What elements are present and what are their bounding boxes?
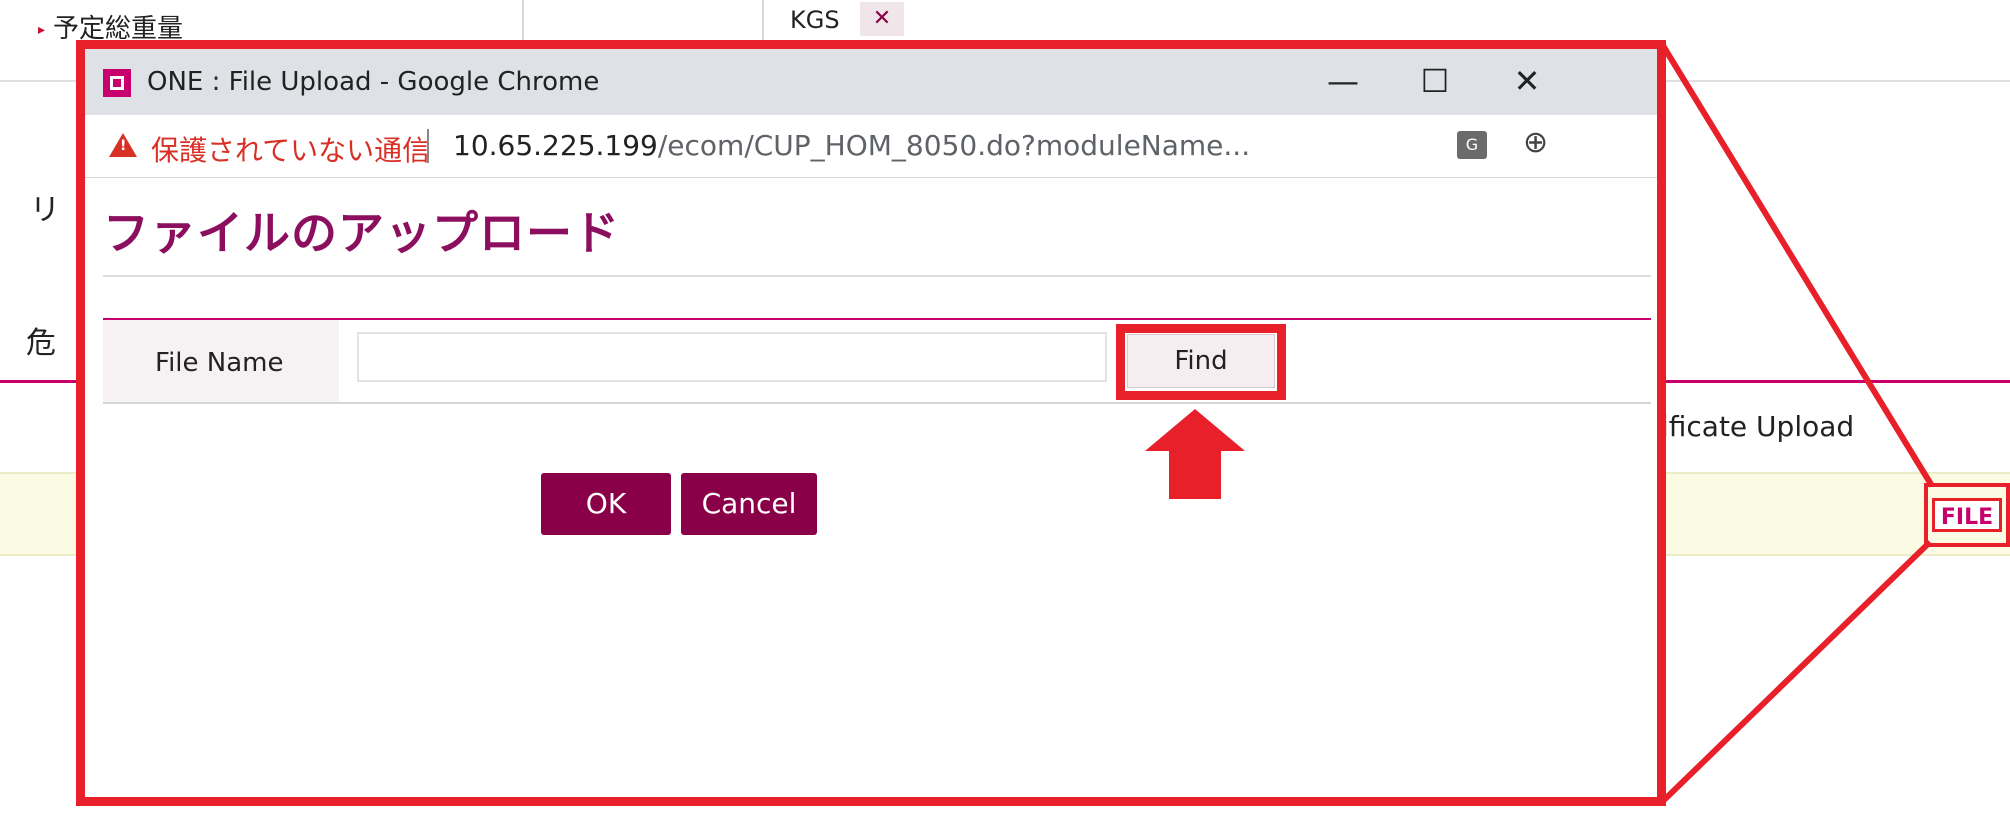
translate-icon[interactable]: G (1457, 131, 1487, 159)
warning-icon: ! (109, 133, 137, 157)
address-separator (427, 129, 429, 163)
url-host: 10.65.225.199 (453, 129, 658, 162)
cancel-button[interactable]: Cancel (681, 473, 817, 535)
close-button[interactable]: ✕ (1507, 61, 1547, 101)
dialog-content: ファイルのアップロード File Name Find OK Cancel (85, 177, 1657, 797)
ok-button[interactable]: OK (541, 473, 671, 535)
file-upload-popup-window: ONE : File Upload - Google Chrome — ☐ ✕ … (76, 40, 1666, 806)
one-app-icon (103, 69, 131, 97)
window-title: ONE : File Upload - Google Chrome (147, 67, 600, 97)
file-name-input[interactable] (357, 332, 1107, 382)
maximize-button[interactable]: ☐ (1415, 61, 1455, 101)
file-name-label: File Name (155, 348, 284, 378)
find-button[interactable]: Find (1127, 334, 1275, 388)
not-secure-label[interactable]: 保護されていない通信 (151, 129, 430, 169)
url-text[interactable]: 10.65.225.199/ecom/CUP_HOM_8050.do?modul… (453, 129, 1250, 162)
minimize-button[interactable]: — (1323, 61, 1363, 101)
pointer-arrow-shaft (1169, 451, 1221, 499)
page-title: ファイルのアップロード (103, 206, 620, 260)
window-title-bar[interactable]: ONE : File Upload - Google Chrome — ☐ ✕ (85, 49, 1657, 115)
heading-divider (103, 275, 1651, 277)
address-bar[interactable]: ! 保護されていない通信 10.65.225.199/ecom/CUP_HOM_… (85, 115, 1657, 178)
file-name-label-cell: File Name (103, 320, 339, 402)
zoom-icon[interactable]: ⊕ (1523, 125, 1548, 160)
pointer-arrow-icon (1145, 409, 1245, 451)
file-name-row: File Name Find (103, 320, 1651, 404)
url-path: /ecom/CUP_HOM_8050.do?moduleName... (657, 129, 1251, 162)
